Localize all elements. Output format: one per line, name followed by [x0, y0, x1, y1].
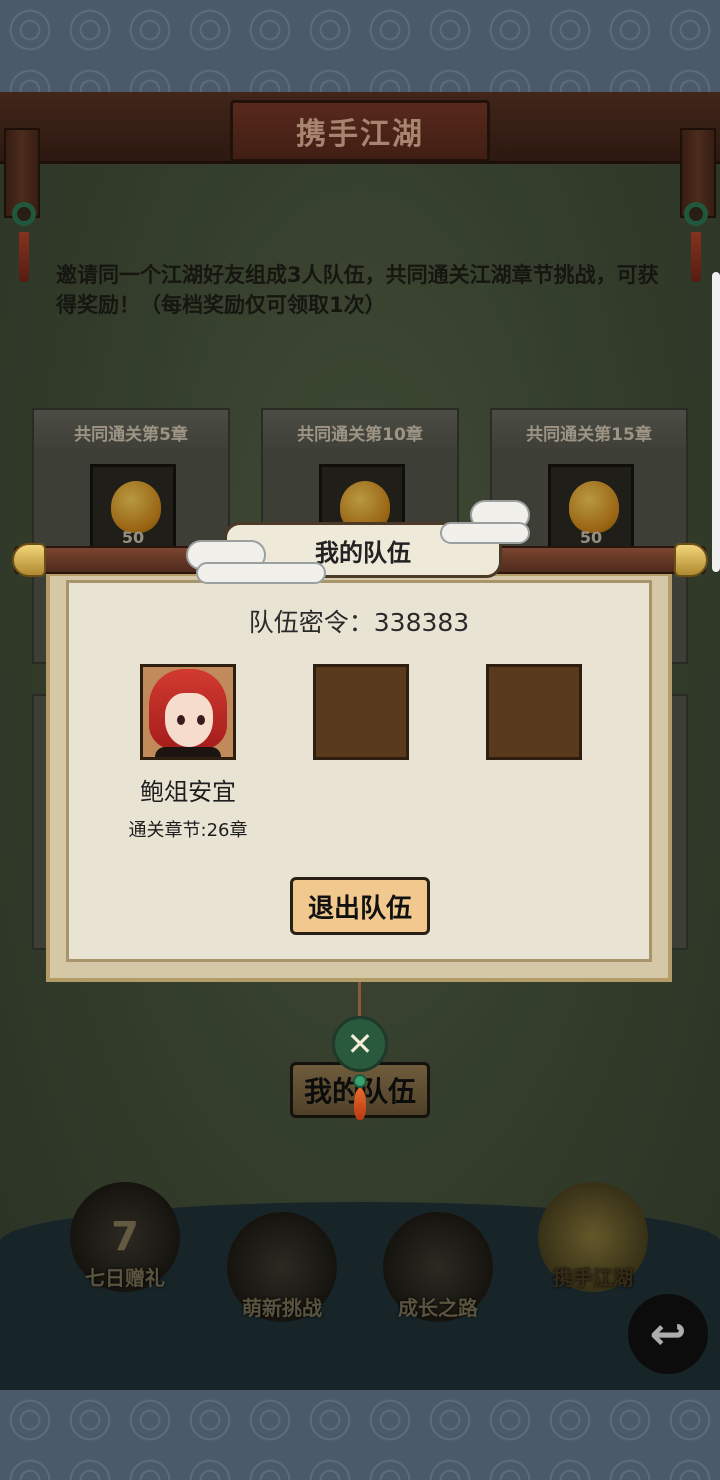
rod-cap-left	[12, 543, 46, 577]
empty-member-slot[interactable]	[313, 664, 409, 760]
cloud-icon	[440, 522, 530, 544]
pendant-bead	[353, 1074, 367, 1088]
pendant-string	[358, 982, 361, 1016]
team-password-label: 队伍密令：	[248, 608, 374, 637]
leave-team-button[interactable]: 退出队伍	[290, 877, 430, 935]
team-password-value: 338383	[373, 608, 470, 637]
empty-member-slot[interactable]	[486, 664, 582, 760]
team-password: 队伍密令：338383	[66, 603, 652, 639]
member-chapter: 通关章节:26章	[128, 820, 248, 841]
member-avatar[interactable]	[140, 664, 236, 760]
crossed-swords-icon: ✕	[346, 1025, 374, 1063]
scrollbar[interactable]	[712, 272, 720, 572]
cloud-icon	[196, 562, 326, 584]
pendant-tassel	[354, 1088, 366, 1120]
my-team-dialog: 我的队伍 队伍密令：338383 鲍俎安宜 通关章节:26章 退出队伍 ✕	[0, 0, 720, 1480]
close-button[interactable]: ✕	[332, 1016, 388, 1072]
member-name: 鲍俎安宜	[140, 778, 236, 806]
rod-cap-right	[674, 543, 708, 577]
